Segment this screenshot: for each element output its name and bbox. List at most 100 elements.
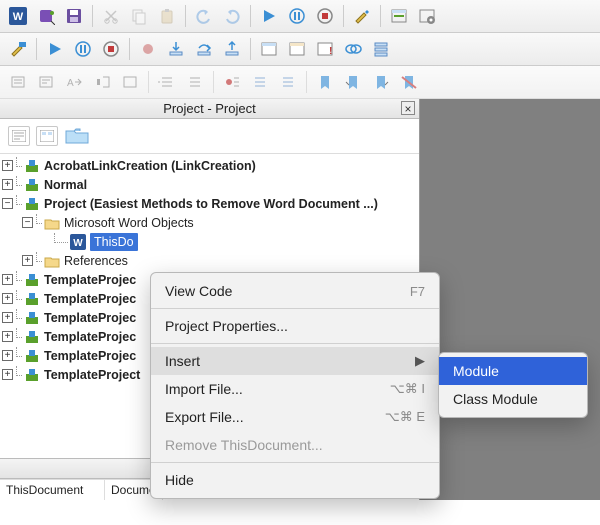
menu-project-properties[interactable]: Project Properties... [151,312,439,340]
bookmark-toggle-icon[interactable] [313,70,337,94]
vba-project-icon [24,348,40,364]
comment-block-icon[interactable] [248,70,272,94]
undo-icon[interactable] [192,4,216,28]
toggle-breakpoint-icon[interactable] [220,70,244,94]
menu-label: Insert [165,353,200,369]
paste-icon[interactable] [155,4,179,28]
menu-import-file[interactable]: Import File... ⌥⌘ I [151,375,439,403]
menu-remove: Remove ThisDocument... [151,431,439,459]
expand-icon[interactable]: + [22,255,33,266]
svg-text:A: A [67,78,74,89]
svg-text:W: W [73,238,83,249]
tree-node[interactable]: Microsoft Word Objects [64,214,194,232]
call-stack-icon[interactable] [369,37,393,61]
view-code-toggle-icon[interactable] [8,126,30,146]
list-constants-icon[interactable] [34,70,58,94]
cut-icon[interactable] [99,4,123,28]
word-app-icon[interactable]: W [6,4,30,28]
tree-node[interactable]: TemplateProjec [44,309,136,327]
toggle-folders-icon[interactable] [64,125,92,147]
project-explorer-icon[interactable] [387,4,411,28]
watch-window-icon[interactable]: ! [313,37,337,61]
indent-right-icon[interactable] [155,70,179,94]
tree-node[interactable]: TemplateProjec [44,290,136,308]
uncomment-block-icon[interactable] [276,70,300,94]
redo-icon[interactable] [220,4,244,28]
save-icon[interactable] [62,4,86,28]
run-icon-2[interactable] [43,37,67,61]
outdent-icon[interactable] [90,70,114,94]
bookmark-clear-icon[interactable] [397,70,421,94]
breakpoint-icon[interactable] [136,37,160,61]
expand-icon[interactable]: + [2,160,13,171]
menu-label: Hide [165,472,194,488]
properties-window-icon[interactable] [415,4,439,28]
locals-window-icon[interactable] [257,37,281,61]
design-mode-icon[interactable] [350,4,374,28]
folder-icon [44,254,60,268]
run-icon[interactable] [257,4,281,28]
tree-node[interactable]: TemplateProjec [44,271,136,289]
toolbar-edit: A [0,66,600,99]
menu-label: Module [453,363,499,379]
step-over-icon[interactable] [192,37,216,61]
collapse-icon[interactable]: − [22,217,33,228]
property-name[interactable]: ThisDocument [0,480,105,500]
menu-label: Export File... [165,409,244,425]
menu-shortcut: F7 [410,284,425,299]
indent-icon[interactable]: A [62,70,86,94]
stop-icon[interactable] [313,4,337,28]
tree-node[interactable]: Normal [44,176,87,194]
submenu-class-module[interactable]: Class Module [439,385,587,413]
pause-icon-2[interactable] [71,37,95,61]
project-view-toggle [0,119,419,154]
tree-node-selected[interactable]: ThisDo [90,233,138,251]
insert-submenu: Module Class Module [438,352,588,418]
step-out-icon[interactable] [220,37,244,61]
expand-icon[interactable]: + [2,369,13,380]
comment-icon[interactable] [118,70,142,94]
bookmark-next-icon[interactable] [341,70,365,94]
vba-project-icon [24,310,40,326]
menu-view-code[interactable]: View Code F7 [151,277,439,305]
toolbar-debug: ! [0,33,600,66]
tree-node[interactable]: TemplateProjec [44,328,136,346]
expand-icon[interactable]: + [2,331,13,342]
tree-node[interactable]: Project (Easiest Methods to Remove Word … [44,195,378,213]
expand-icon[interactable]: + [2,274,13,285]
bookmark-prev-icon[interactable] [369,70,393,94]
tree-node[interactable]: AcrobatLinkCreation (LinkCreation) [44,157,256,175]
expand-icon[interactable]: + [2,312,13,323]
tree-node[interactable]: TemplateProject [44,366,140,384]
tree-node[interactable]: References [64,252,128,270]
step-into-icon[interactable] [164,37,188,61]
submenu-module[interactable]: Module [439,357,587,385]
close-panel-icon[interactable]: × [401,101,415,115]
quick-watch-icon[interactable] [341,37,365,61]
collapse-icon[interactable]: − [2,198,13,209]
menu-shortcut: ⌥⌘ E [385,409,425,425]
menu-separator [151,308,439,309]
expand-icon[interactable]: + [2,179,13,190]
list-properties-icon[interactable] [6,70,30,94]
expand-icon[interactable]: + [2,350,13,361]
svg-text:W: W [13,11,24,23]
word-doc-icon: W [70,234,86,250]
indent-left-icon[interactable] [183,70,207,94]
immediate-window-icon[interactable] [285,37,309,61]
menu-hide[interactable]: Hide [151,466,439,494]
module-dropdown-icon[interactable] [34,4,58,28]
tree-node[interactable]: TemplateProjec [44,347,136,365]
menu-insert[interactable]: Insert ▶ [151,347,439,375]
menu-export-file[interactable]: Export File... ⌥⌘ E [151,403,439,431]
stop-icon-2[interactable] [99,37,123,61]
view-object-toggle-icon[interactable] [36,126,58,146]
svg-text:!: ! [329,46,332,57]
pause-icon[interactable] [285,4,309,28]
menu-label: Remove ThisDocument... [165,437,323,453]
code-editor-area [420,99,600,500]
menu-label: Import File... [165,381,243,397]
copy-icon[interactable] [127,4,151,28]
compile-icon[interactable] [6,37,30,61]
expand-icon[interactable]: + [2,293,13,304]
